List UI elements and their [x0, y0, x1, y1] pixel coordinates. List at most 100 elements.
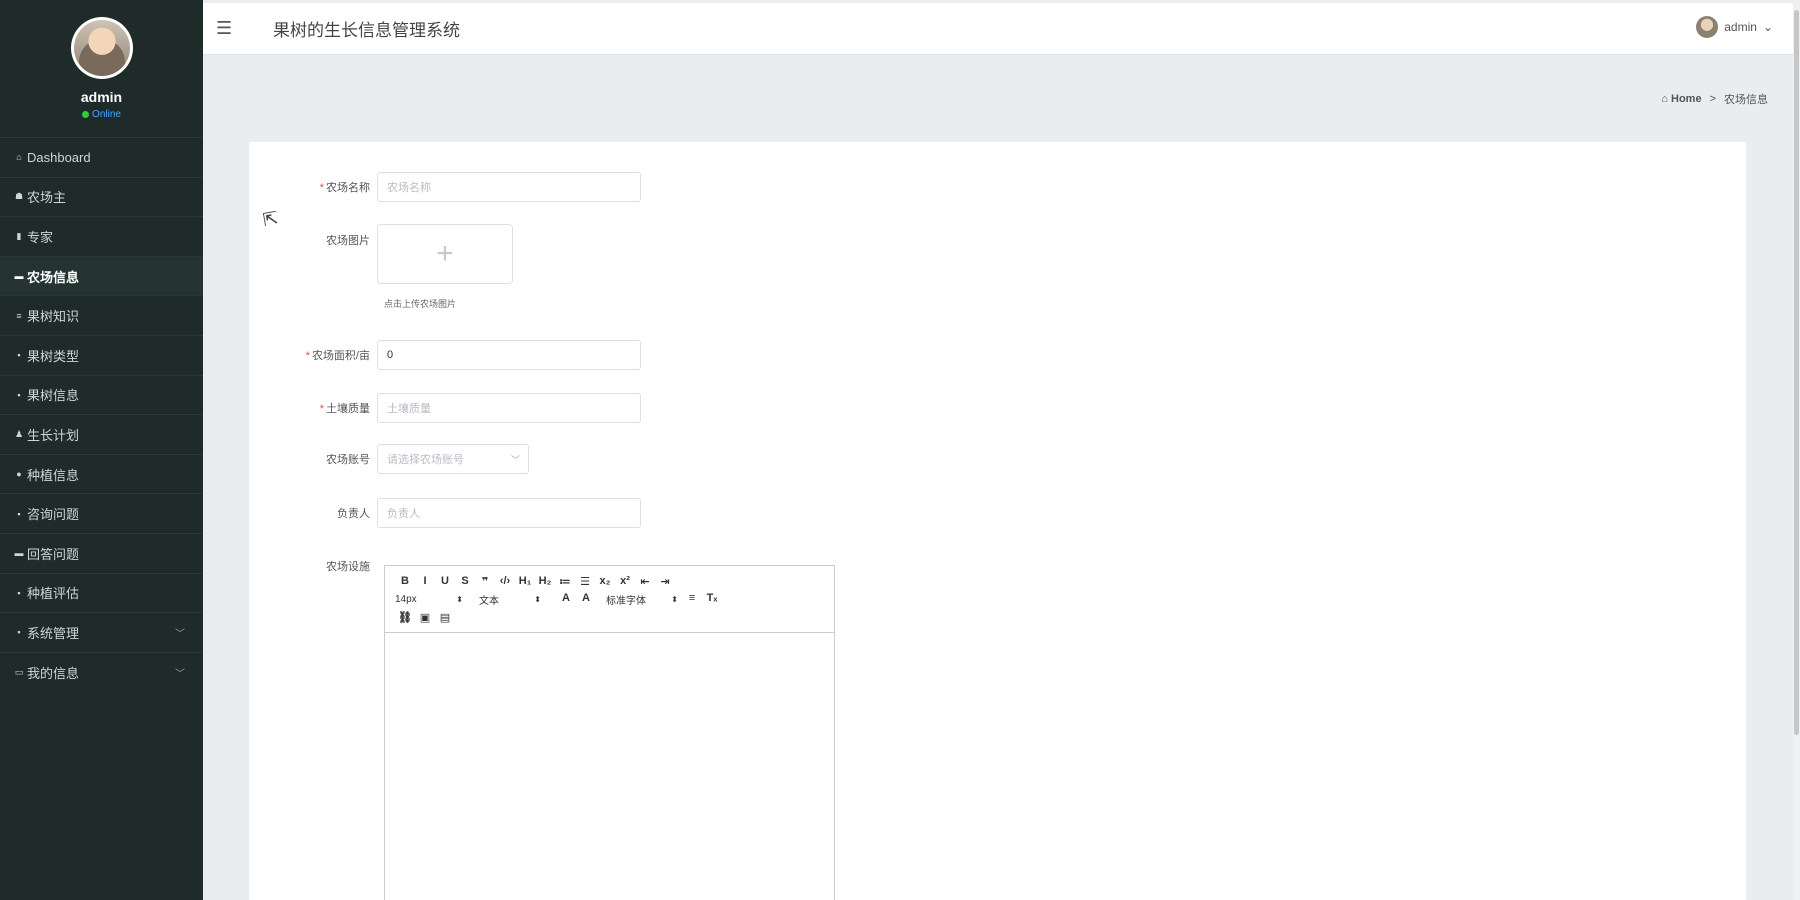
- scroll-thumb[interactable]: [1794, 10, 1799, 735]
- menu-icon: ☗: [14, 191, 24, 202]
- editor-tool-button[interactable]: S: [455, 575, 475, 587]
- toolbar-row-2-buttons: A A 标准字体 ⬍ ≡ Tₓ: [556, 592, 722, 607]
- sidebar-item-7[interactable]: ♟ 生长计划: [0, 414, 203, 454]
- editor-tool-button[interactable]: A: [556, 592, 576, 607]
- editor-tool-button[interactable]: ≔: [555, 575, 575, 588]
- editor-tool-button[interactable]: ☰: [575, 575, 595, 588]
- breadcrumb-current: 农场信息: [1724, 94, 1768, 106]
- editor-tool-button[interactable]: ▣: [415, 611, 435, 624]
- sidebar-item-0[interactable]: ⌂ Dashboard: [0, 137, 203, 177]
- menu-icon: ▪: [17, 627, 21, 638]
- sidebar-item-6[interactable]: ▪ 果树信息: [0, 374, 203, 415]
- sidebar-item-label: Dashboard: [27, 149, 91, 165]
- menu-toggle-icon[interactable]: ☰: [216, 18, 236, 39]
- menu-icon: ▬: [14, 548, 24, 559]
- soil-quality-input[interactable]: 土壤质量: [377, 393, 641, 423]
- font-family-select[interactable]: 标准字体 ⬍: [606, 592, 678, 607]
- format-select[interactable]: 文本 ⬍: [479, 592, 541, 607]
- sidebar-item-13[interactable]: ▭ 我的信息 ﹀: [0, 651, 203, 692]
- toolbar-row-2: 14px ⬍ 文本 ⬍ A A 标准字体 ⬍ ≡ Tₓ: [395, 590, 824, 608]
- sidebar-item-label: 生长计划: [27, 427, 80, 443]
- sidebar-item-label: 系统管理: [27, 625, 80, 641]
- editor-tool-button[interactable]: x²: [615, 575, 635, 587]
- page-scrollbar[interactable]: [1793, 0, 1800, 900]
- sidebar-menu: ⌂ Dashboard ☗ 农场主 ▮ 专家 ▬ 农场信息 ≡ 果树知识 ▪ 果树类型 ▪ 果树信息 ♟ 生长…: [0, 137, 203, 691]
- editor-tool-button[interactable]: ≡: [682, 592, 702, 607]
- menu-icon: ▪: [17, 587, 21, 598]
- editor-tool-button[interactable]: U: [435, 575, 455, 587]
- editor-tool-button[interactable]: ‹/›: [495, 575, 515, 587]
- chevron-down-icon: ⌄: [1762, 20, 1773, 34]
- sidebar-item-label: 回答问题: [27, 546, 80, 562]
- image-upload-button[interactable]: +: [377, 224, 513, 284]
- farm-area-row: * 农场面积/亩 0: [249, 340, 641, 370]
- menu-icon: ♟: [14, 428, 24, 439]
- font-size-select[interactable]: 14px ⬍: [395, 594, 463, 605]
- editor-toolbar: B I U S ❞ ‹/› H₁ H₂ ≔ ☰ x₂ x² ⇤ ⇥ 14px ⬍ 文本 ⬍ A A 标准字体 ⬍ ≡ T…: [385, 566, 834, 633]
- editor-tool-button[interactable]: H₁: [515, 575, 535, 587]
- farm-account-label: 农场账号: [326, 454, 370, 466]
- editor-tool-button[interactable]: Tₓ: [702, 592, 722, 607]
- sidebar-item-9[interactable]: ▪ 咨询问题: [0, 493, 203, 533]
- sidebar-item-11[interactable]: ▪ 种植评估: [0, 572, 203, 613]
- editor-tool-button[interactable]: ⛓: [395, 611, 415, 624]
- farm-name-row: * 农场名称 农场名称: [249, 172, 641, 202]
- chevron-down-icon: ﹀: [175, 668, 185, 680]
- online-dot-icon: [82, 111, 90, 118]
- editor-tool-button[interactable]: H₂: [535, 575, 555, 587]
- chevron-down-icon: ﹀: [175, 628, 185, 640]
- editor-tool-button[interactable]: ⇤: [635, 575, 655, 588]
- sidebar-item-12[interactable]: ▪ 系统管理 ﹀: [0, 612, 203, 652]
- sidebar-item-label: 果树知识: [27, 309, 80, 325]
- editor-body[interactable]: [385, 633, 834, 900]
- menu-icon: ▪: [17, 389, 21, 400]
- soil-quality-label: 土壤质量: [326, 403, 370, 415]
- online-status: Online: [0, 109, 203, 120]
- manager-row: 负责人 负责人: [249, 498, 641, 528]
- farm-name-input[interactable]: 农场名称: [377, 172, 641, 202]
- sidebar-item-1[interactable]: ☗ 农场主: [0, 176, 203, 217]
- editor-tool-button[interactable]: ⇥: [655, 575, 675, 588]
- farm-area-label: 农场面积/亩: [311, 350, 370, 362]
- menu-icon: ▪: [17, 508, 21, 519]
- rich-text-editor: B I U S ❞ ‹/› H₁ H₂ ≔ ☰ x₂ x² ⇤ ⇥ 14px ⬍ 文本 ⬍ A A 标准字体 ⬍ ≡ T…: [384, 565, 835, 900]
- avatar[interactable]: [70, 17, 133, 79]
- sidebar-item-label: 咨询问题: [27, 507, 80, 523]
- sidebar-item-3[interactable]: ▬ 农场信息: [0, 255, 203, 296]
- sidebar-item-2[interactable]: ▮ 专家: [0, 216, 203, 256]
- menu-icon: ≡: [16, 310, 22, 321]
- farm-account-row: 农场账号 请选择农场账号 ﹀: [249, 444, 529, 474]
- menu-icon: ▪: [17, 350, 21, 361]
- menu-icon: ▭: [14, 666, 24, 677]
- facilities-row: 农场设施: [249, 558, 377, 574]
- farm-name-label: 农场名称: [326, 182, 370, 194]
- menu-icon: ⌂: [16, 152, 22, 163]
- menu-icon: ▮: [16, 230, 22, 241]
- chevron-down-icon: ﹀: [510, 454, 520, 465]
- breadcrumb: ⌂ Home > 农场信息: [1661, 91, 1768, 107]
- sidebar-item-label: 农场主: [27, 190, 67, 206]
- editor-tool-button[interactable]: x₂: [595, 575, 615, 587]
- sidebar-item-label: 种植评估: [27, 586, 80, 602]
- editor-tool-button[interactable]: I: [415, 575, 435, 587]
- breadcrumb-home[interactable]: ⌂ Home: [1661, 93, 1701, 105]
- app-title: 果树的生长信息管理系统: [273, 21, 460, 40]
- sidebar-item-label: 农场信息: [27, 269, 80, 285]
- sidebar-item-5[interactable]: ▪ 果树类型: [0, 334, 203, 375]
- menu-icon: ▬: [14, 271, 24, 282]
- farm-account-select[interactable]: 请选择农场账号 ﹀: [377, 444, 529, 474]
- farm-image-row: 农场图片 +: [249, 224, 513, 284]
- toolbar-row-3: ⛓ ▣ ▤: [395, 608, 824, 626]
- farm-area-input[interactable]: 0: [377, 340, 641, 370]
- editor-tool-button[interactable]: ▤: [435, 611, 455, 624]
- editor-tool-button[interactable]: B: [395, 575, 415, 587]
- breadcrumb-separator: >: [1709, 93, 1716, 105]
- manager-input[interactable]: 负责人: [377, 498, 641, 528]
- user-menu[interactable]: admin ⌄: [1696, 16, 1773, 38]
- profile-name: admin: [80, 89, 123, 105]
- sidebar-item-8[interactable]: ● 种植信息: [0, 453, 203, 494]
- editor-tool-button[interactable]: ❞: [475, 575, 495, 588]
- sidebar-item-4[interactable]: ≡ 果树知识: [0, 295, 203, 335]
- sidebar-item-10[interactable]: ▬ 回答问题: [0, 532, 203, 573]
- editor-tool-button[interactable]: A: [576, 592, 596, 607]
